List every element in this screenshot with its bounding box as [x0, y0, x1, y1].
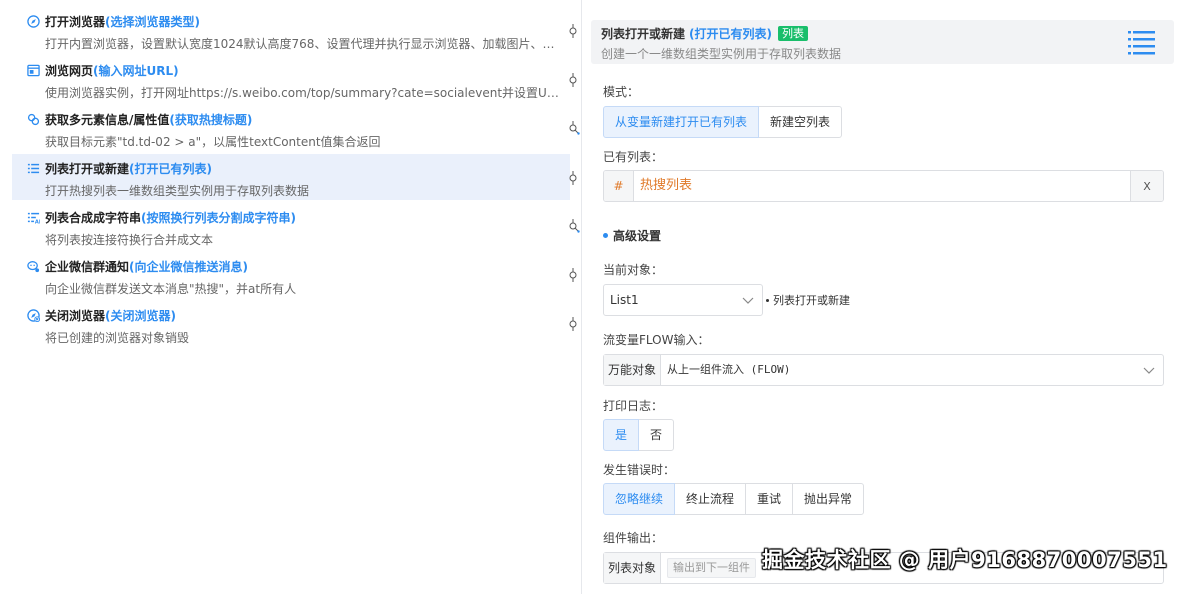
list-string-icon: AB: [26, 210, 40, 224]
variable-hash-icon: #: [604, 171, 634, 201]
browser-window-icon: [26, 63, 40, 77]
connector-node-icon[interactable]: [568, 171, 580, 185]
step-subtitle: (关闭浏览器): [105, 308, 176, 323]
current-object-note-text: 列表打开或新建: [773, 294, 850, 307]
error-ignore-button[interactable]: 忽略继续: [603, 483, 676, 515]
step-title: 关闭浏览器: [45, 308, 106, 323]
step-title: 列表打开或新建: [45, 161, 130, 176]
existing-list-input[interactable]: # 热搜列表 X: [603, 170, 1164, 202]
error-stop-button[interactable]: 终止流程: [674, 483, 747, 515]
bullet-icon: [603, 233, 608, 238]
properties-panel: 列表打开或新建 (打开已有列表) 列表 创建一个一维数组类型实例用于存取列表数据…: [582, 0, 1184, 594]
mode-open-existing-button[interactable]: 从变量新建打开已有列表: [603, 106, 760, 138]
chevron-down-icon: [742, 297, 754, 304]
step-subtitle: (选择浏览器类型): [105, 14, 200, 29]
current-object-note: 列表打开或新建: [766, 292, 850, 308]
step-list-panel: 打开浏览器 (选择浏览器类型) 打开内置浏览器，设置默认宽度1024默认高度76…: [0, 0, 582, 594]
list-menu-icon[interactable]: [1126, 27, 1158, 59]
advanced-settings-label: 高级设置: [613, 229, 662, 243]
advanced-settings-heading[interactable]: 高级设置: [603, 227, 661, 244]
component-output-label: 组件输出：: [603, 531, 664, 545]
log-yes-button[interactable]: 是: [603, 419, 640, 451]
print-log-label: 打印日志：: [603, 399, 664, 413]
compass-icon: [26, 14, 40, 28]
print-log-button-group: 是 否: [603, 419, 675, 451]
component-header: 列表打开或新建 (打开已有列表) 列表 创建一个一维数组类型实例用于存取列表数据: [591, 20, 1174, 64]
connector-node-icon[interactable]: [568, 73, 580, 87]
step-description: 使用浏览器实例，打开网址https://s.weibo.com/top/summ…: [45, 86, 561, 100]
output-value-placeholder[interactable]: 输出到下一组件: [667, 558, 757, 578]
existing-list-label: 已有列表：: [603, 150, 664, 164]
log-no-button[interactable]: 否: [638, 419, 675, 451]
step-description: 向企业微信群发送文本消息"热搜"，并at所有人: [45, 282, 297, 296]
connector-branch-icon[interactable]: [568, 121, 580, 135]
step-browse-page[interactable]: 浏览网页 (输入网址URL) 使用浏览器实例，打开网址https://s.wei…: [12, 56, 570, 102]
component-subtitle: (打开已有列表): [689, 26, 772, 41]
step-title: 列表合成成字符串: [45, 210, 142, 225]
flow-input-select[interactable]: 万能对象 从上一组件流入 (FLOW): [603, 354, 1164, 386]
step-subtitle: (向企业微信推送消息): [129, 259, 248, 274]
step-subtitle: (输入网址URL): [93, 63, 179, 78]
step-get-elements[interactable]: 获取多元素信息/属性值 (获取热搜标题) 获取目标元素"td.td-02 > a…: [12, 105, 570, 151]
step-description: 打开热搜列表一维数组类型实例用于存取列表数据: [45, 184, 310, 198]
step-title: 企业微信群通知: [45, 259, 130, 274]
step-open-browser[interactable]: 打开浏览器 (选择浏览器类型) 打开内置浏览器，设置默认宽度1024默认高度76…: [12, 7, 570, 53]
connector-node-icon[interactable]: [568, 24, 580, 38]
connector-node-icon[interactable]: [568, 268, 580, 282]
on-error-button-group: 忽略继续 终止流程 重试 抛出异常: [603, 483, 865, 515]
existing-list-value[interactable]: 热搜列表: [634, 171, 1130, 201]
step-subtitle: (按照换行列表分割成字符串): [141, 210, 296, 225]
step-close-browser[interactable]: 关闭浏览器 (关闭浏览器) 将已创建的浏览器对象销毁: [12, 301, 570, 347]
mode-new-empty-button[interactable]: 新建空列表: [758, 106, 843, 138]
flow-input-label: 流变量FLOW输入：: [603, 333, 710, 347]
elements-icon: [26, 112, 40, 126]
mode-label: 模式：: [603, 85, 640, 99]
list-icon: [26, 161, 40, 175]
error-retry-button[interactable]: 重试: [745, 483, 794, 515]
connector-node-icon[interactable]: [568, 317, 580, 331]
step-description: 打开内置浏览器，设置默认宽度1024默认高度768、设置代理并执行显示浏览器、加…: [45, 37, 561, 51]
step-list-open-active[interactable]: 列表打开或新建 (打开已有列表) 打开热搜列表一维数组类型实例用于存取列表数据: [12, 154, 570, 200]
current-object-select[interactable]: List1: [603, 284, 763, 316]
step-description: 将已创建的浏览器对象销毁: [45, 331, 190, 345]
current-object-label: 当前对象：: [603, 263, 664, 277]
component-description: 创建一个一维数组类型实例用于存取列表数据: [601, 47, 842, 61]
watermark: 掘金技术社区 @ 用户9168870007551: [762, 548, 1168, 572]
close-browser-icon: [26, 308, 40, 322]
svg-text:AB: AB: [34, 219, 39, 223]
step-subtitle: (获取热搜标题): [169, 112, 253, 127]
wechat-work-icon: [26, 259, 40, 273]
component-type-badge: 列表: [778, 25, 808, 41]
step-title: 打开浏览器: [45, 14, 106, 29]
flow-type-prefix: 万能对象: [604, 355, 662, 385]
step-description: 获取目标元素"td.td-02 > a"，以属性textContent值集合返回: [45, 135, 381, 149]
step-title: 浏览网页: [45, 63, 94, 78]
step-title: 获取多元素信息/属性值: [45, 112, 170, 127]
error-throw-button[interactable]: 抛出异常: [792, 483, 865, 515]
current-object-value: List1: [610, 293, 639, 307]
clear-button[interactable]: X: [1130, 171, 1163, 201]
on-error-label: 发生错误时：: [603, 463, 676, 477]
connector-branch-icon[interactable]: [568, 219, 580, 233]
bullet-icon: [766, 298, 769, 302]
mode-button-group: 从变量新建打开已有列表 新建空列表: [603, 106, 843, 138]
step-wechat-notify[interactable]: 企业微信群通知 (向企业微信推送消息) 向企业微信群发送文本消息"热搜"，并at…: [12, 252, 570, 298]
step-description: 将列表按连接符换行合并成文本: [45, 233, 214, 247]
component-title: 列表打开或新建: [601, 26, 686, 41]
chevron-down-icon: [1143, 367, 1155, 374]
step-subtitle: (打开已有列表): [129, 161, 212, 176]
flow-input-value: 从上一组件流入 (FLOW): [667, 363, 791, 376]
output-type-prefix: 列表对象: [604, 553, 662, 583]
step-list-join[interactable]: AB 列表合成成字符串 (按照换行列表分割成字符串) 将列表按连接符换行合并成文…: [12, 203, 570, 249]
